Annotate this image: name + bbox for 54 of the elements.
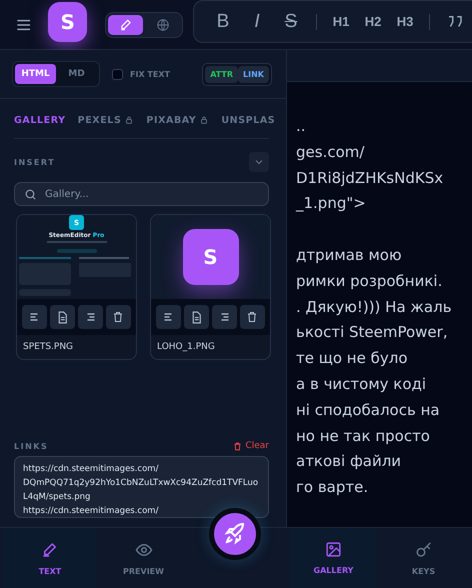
heading-button[interactable]: H1 [325,6,357,36]
trash-icon [112,311,124,324]
clear-button[interactable]: Clear [233,441,269,451]
align-right-button[interactable] [78,305,103,330]
editor-paragraph[interactable]: дтримав мою римки розробникі. . Дякую!))) На жаль ькості SteemPower, те що не було а в чистому коді ні сподобалось на но не так просто аткові файли го варте. [296,242,472,501]
link-mode-option[interactable]: LINK [238,66,269,82]
format-toggle[interactable]: HTML [15,64,56,84]
links-textarea[interactable]: https://cdn.steemitimages.com/ DQmPQQ71q2y92hYo1CbNZuLTxwXc94ZuZfcd1TVFLuoL4qM/spets.png https://cdn.steemitimages.com/ [14,456,269,518]
image-card[interactable]: S LOHO_1.PNG [150,214,271,360]
source-tab[interactable]: PIXABAY [146,114,210,126]
link-mode-option[interactable]: ATTR [205,66,238,82]
app-logo[interactable]: S [48,2,87,42]
delete-button[interactable] [106,305,131,330]
links-label: LINKS [14,442,48,450]
document-button[interactable] [184,305,210,330]
document-button[interactable] [50,305,76,330]
source-tab[interactable]: GALLERY [14,114,66,126]
align-left-button[interactable] [22,305,48,330]
logo-thumbnail: S [182,229,238,286]
nav-tab[interactable]: GALLERY [290,528,377,588]
format-toggle[interactable]: MD [56,64,97,84]
delete-button[interactable] [240,305,265,330]
link-mode-toggle[interactable]: ATTR LINK [202,62,272,86]
search-icon [24,188,37,201]
globe-icon [156,18,170,32]
editor-paragraph[interactable]: .. ges.com/ D1Ri8jdZHKsNdKSx _1.png"> [296,114,472,218]
document-icon [190,310,204,324]
pencil-icon [41,540,59,558]
italic-button[interactable]: I [240,6,274,36]
fix-text-checkbox[interactable] [112,68,123,80]
trash-icon [246,311,258,324]
document-icon [56,310,70,324]
source-tab[interactable]: UNSPLAS [221,114,276,126]
file-name: SPETS.PNG [22,341,74,354]
heading-button[interactable]: H2 [357,6,389,36]
align-right-button[interactable] [212,305,237,330]
search-field[interactable]: Gallery... [14,182,269,206]
fix-text-label: FIX TEXT [130,70,170,78]
align-left-button[interactable] [156,305,182,330]
pencil-icon [118,18,132,32]
bold-button[interactable]: B [206,6,240,36]
rocket-icon [223,522,247,546]
strikethrough-button[interactable]: S [274,6,308,36]
collapse-button[interactable] [249,152,269,172]
heading-button[interactable]: H3 [389,6,421,36]
key-icon [414,540,432,558]
file-name: LOHO_1.PNG [156,341,216,354]
source-tab[interactable]: PEXELS [78,114,134,126]
edit-mode-button[interactable] [108,14,143,34]
nav-tab[interactable]: TEXT [3,528,97,588]
mode-toggle[interactable] [105,12,183,38]
insert-label: INSERT [14,158,56,166]
trash-icon [233,442,242,450]
image-icon [325,541,342,558]
